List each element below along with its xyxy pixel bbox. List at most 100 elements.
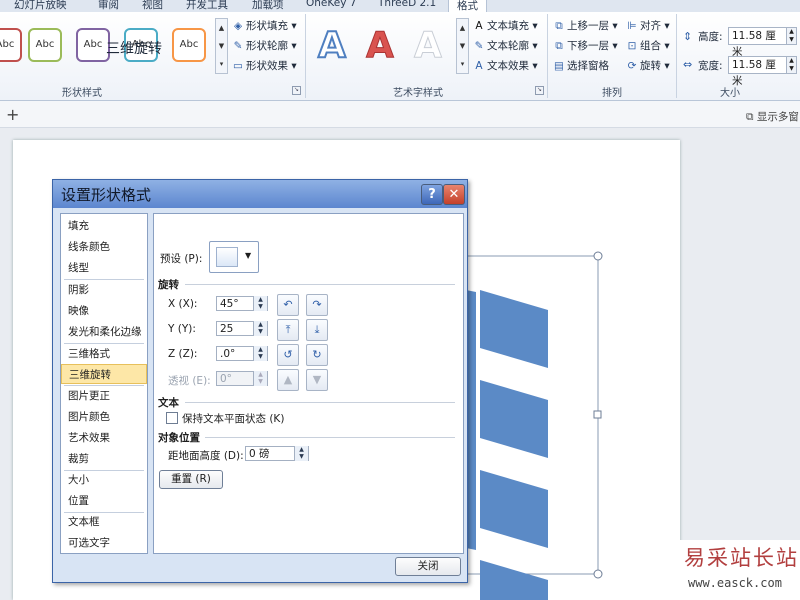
tab-threed[interactable]: ThreeD 2.1 [378,0,436,9]
height-input[interactable]: 11.58 厘米 [728,27,787,58]
section-divider [205,437,455,438]
category-artistic-effects[interactable]: 艺术效果 [61,428,147,448]
height-spinner[interactable]: ▲ ▼ [786,27,797,45]
category-alt-text[interactable]: 可选文字 [61,533,147,553]
tab-review[interactable]: 审阅 [98,0,119,12]
close-button[interactable]: 关闭 [395,557,461,576]
text-effects-button[interactable]: A 文本效果 ▾ [473,58,537,73]
tab-addins[interactable]: 加载项 [252,0,284,12]
z-label: Z (Z): [168,348,198,360]
selection-pane-button[interactable]: ▤ 选择窗格 [553,58,609,73]
rotate-right-icon[interactable]: ↷ [306,294,328,316]
category-3d-format[interactable]: 三维格式 [61,344,147,364]
gallery-more-icon[interactable]: ▾ [457,55,468,73]
preset-dropdown[interactable]: ▼ [209,241,259,273]
text-fill-button[interactable]: A 文本填充 ▾ [473,18,537,33]
category-picture-corrections[interactable]: 图片更正 [61,386,147,406]
wordart-style-3[interactable]: A [414,27,443,64]
width-input[interactable]: 11.58 厘米 [728,56,787,87]
z-spinner[interactable]: ▲ ▼ [253,346,267,361]
shape-style-1[interactable]: Abc [0,28,22,62]
wordart-gallery-scroll[interactable]: ▲ ▼ ▾ [456,18,469,74]
pen-icon: ✎ [233,40,243,52]
align-button[interactable]: ⊫ 对齐 ▾ [626,18,669,33]
wordart-style-2[interactable]: A [366,27,395,64]
group-button[interactable]: ⊡ 组合 ▾ [626,38,670,53]
x-label: X (X): [168,298,198,310]
resize-handle[interactable] [593,410,602,419]
scroll-up-icon[interactable]: ▲ [216,19,227,37]
text-fill-icon: A [475,20,483,32]
category-reflection[interactable]: 映像 [61,301,147,321]
dialog-launcher-icon[interactable]: ↘ [292,86,301,95]
text-effects-icon: A [475,60,483,72]
shape-style-5[interactable]: Abc [172,28,206,62]
tab-onekey[interactable]: OneKey 7 [306,0,356,9]
shape-style-gallery-scroll[interactable]: ▲ ▼ ▾ [215,18,228,74]
add-icon[interactable]: + [6,105,19,124]
send-backward-button[interactable]: ⧉ 下移一层 ▾ [553,38,617,53]
shape-style-3[interactable]: Abc [76,28,110,62]
distance-input[interactable]: 0 磅 ▲ ▼ [245,446,309,461]
tab-view[interactable]: 视图 [142,0,163,12]
tab-format[interactable]: 格式 [448,0,487,12]
bring-forward-button[interactable]: ⧉ 上移一层 ▾ [553,18,617,33]
category-line-color[interactable]: 线条颜色 [61,237,147,257]
x-rotation-input[interactable]: 45° ▲ ▼ [216,296,268,311]
selection-pane-icon: ▤ [554,60,564,72]
align-icon: ⊫ [627,20,637,32]
spin-down-icon[interactable]: ▼ [787,65,796,73]
z-rotation-input[interactable]: .0° ▲ ▼ [216,346,268,361]
spin-down-icon[interactable]: ▼ [787,36,796,44]
shape-fill-button[interactable]: ◈ 形状填充 ▾ [232,18,297,33]
wordart-style-1[interactable]: A [317,27,347,65]
category-text-box[interactable]: 文本框 [61,512,147,532]
spin-up-icon[interactable]: ▲ [787,28,796,36]
help-icon[interactable]: ? [421,184,443,205]
gallery-more-icon[interactable]: ▾ [216,55,227,73]
rotate-left-icon[interactable]: ↶ [277,294,299,316]
category-shadow[interactable]: 阴影 [61,280,147,300]
shape-outline-button[interactable]: ✎ 形状轮廓 ▾ [232,38,297,53]
spin-up-icon[interactable]: ▲ [787,57,796,65]
rotate-ccw-icon[interactable]: ↺ [277,344,299,366]
shape-effects-button[interactable]: ▭ 形状效果 ▾ [232,58,297,73]
preset-preview [216,247,238,267]
keep-text-flat-checkbox[interactable] [166,412,178,424]
text-outline-button[interactable]: ✎ 文本轮廓 ▾ [473,38,538,53]
scroll-down-icon[interactable]: ▼ [457,37,468,55]
dialog-launcher-icon[interactable]: ↘ [535,86,544,95]
tab-developer[interactable]: 开发工具 [186,0,228,12]
y-rotation-input[interactable]: 25 ▲ ▼ [216,321,268,336]
category-position[interactable]: 位置 [61,491,147,511]
scroll-up-icon[interactable]: ▲ [457,19,468,37]
tab-slideshow[interactable]: 幻灯片放映 [14,0,67,12]
x-spinner[interactable]: ▲ ▼ [253,296,267,311]
keep-text-flat-label[interactable]: 保持文本平面状态 (K) [182,411,284,426]
close-icon[interactable]: ✕ [443,184,465,205]
shape-style-2[interactable]: Abc [28,28,62,62]
category-crop[interactable]: 裁剪 [61,449,147,469]
selected-shape[interactable] [460,250,610,600]
y-spinner[interactable]: ▲ ▼ [253,321,267,336]
width-icon: ⇔ [683,58,693,71]
tilt-down-icon[interactable]: ⤓ [306,319,328,341]
rotate-button[interactable]: ⟳ 旋转 ▾ [626,58,670,73]
preset-label: 预设 (P): [160,253,203,265]
category-picture-color[interactable]: 图片颜色 [61,407,147,427]
category-glow-soft-edges[interactable]: 发光和柔化边缘 [61,322,147,342]
resize-handle[interactable] [593,569,603,579]
rotate-icon: ⟳ [627,60,637,72]
rotate-cw-icon[interactable]: ↻ [306,344,328,366]
distance-spinner[interactable]: ▲ ▼ [294,446,308,461]
category-line-style[interactable]: 线型 [61,258,147,278]
category-size[interactable]: 大小 [61,470,147,490]
category-3d-rotation[interactable]: 三维旋转 [61,364,147,384]
show-more-windows-button[interactable]: ⧉ 显示多窗 [746,109,799,124]
reset-button[interactable]: 重置 (R) [159,470,223,489]
category-fill[interactable]: 填充 [61,216,147,236]
scroll-down-icon[interactable]: ▼ [216,37,227,55]
resize-handle[interactable] [593,251,603,261]
width-spinner[interactable]: ▲ ▼ [786,56,797,74]
tilt-up-icon[interactable]: ⤒ [277,319,299,341]
